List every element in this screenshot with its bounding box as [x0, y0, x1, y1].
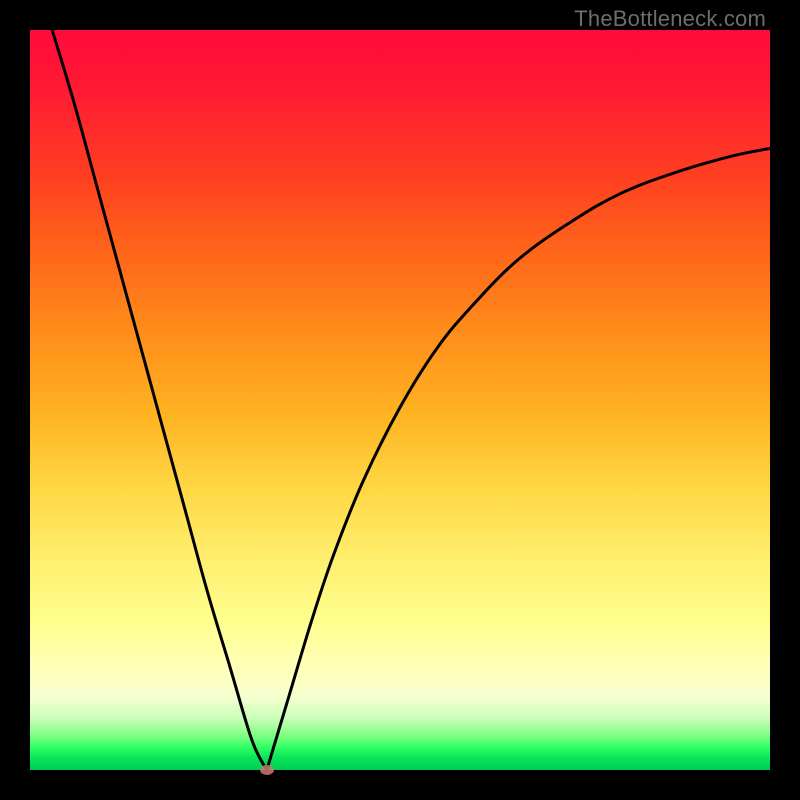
chart-frame	[30, 30, 770, 770]
watermark-text: TheBottleneck.com	[574, 6, 766, 32]
minimum-marker	[260, 765, 274, 775]
bottleneck-curve	[30, 30, 770, 770]
curve-left-branch	[52, 30, 267, 770]
curve-right-branch	[267, 148, 770, 770]
